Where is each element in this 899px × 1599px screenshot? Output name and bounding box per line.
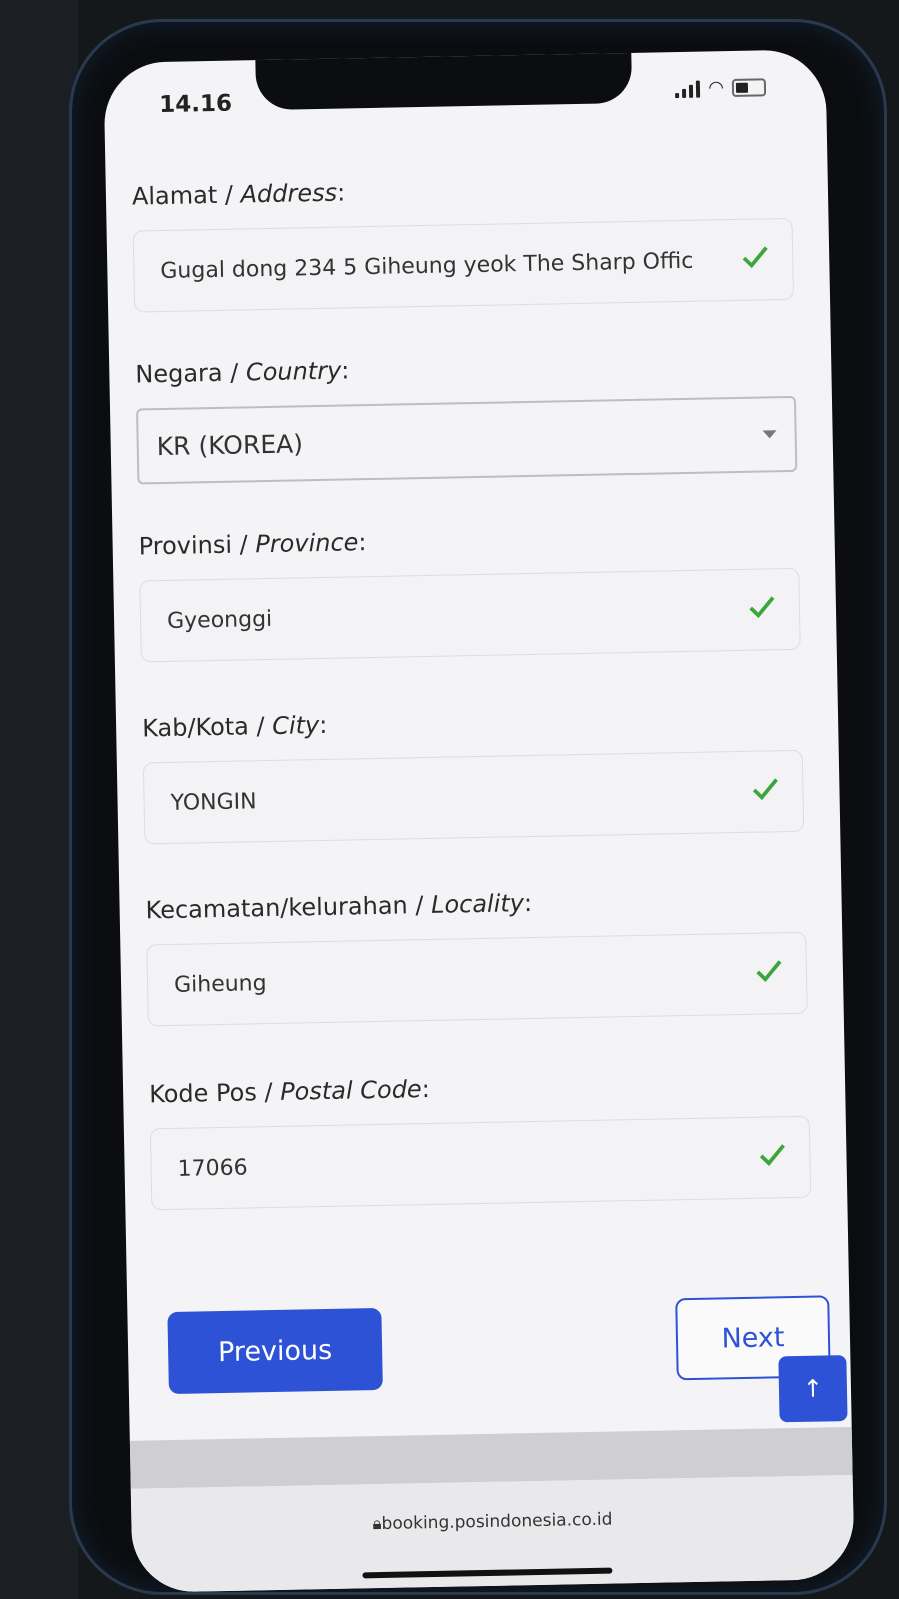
city-field[interactable]: YONGIN — [142, 749, 805, 845]
locality-field[interactable]: Giheung — [146, 931, 808, 1027]
signal-icon — [675, 80, 701, 99]
country-label: Negara / Country: — [135, 356, 350, 389]
province-field[interactable]: Gyeonggi — [139, 567, 801, 663]
postal-field[interactable]: 17066 — [149, 1115, 812, 1211]
city-label: Kab/Kota / City: — [141, 710, 328, 743]
background — [0, 0, 78, 1599]
address-value: Gugal dong 234 5 Giheung yeok The Sharp … — [160, 248, 694, 285]
locality-label: Kecamatan/kelurahan / Locality: — [145, 888, 533, 925]
province-label: Provinsi / Province: — [138, 528, 367, 561]
check-icon — [742, 246, 768, 269]
city-value: YONGIN — [170, 789, 257, 816]
home-indicator — [362, 1567, 613, 1579]
chevron-down-icon — [762, 430, 777, 439]
province-value: Gyeonggi — [166, 606, 273, 634]
address-field[interactable]: Gugal dong 234 5 Giheung yeok The Sharp … — [132, 217, 795, 313]
browser-url-bar[interactable]: 🔒︎booking.posindonesia.co.id — [130, 1474, 855, 1593]
postal-label: Kode Pos / Postal Code: — [148, 1074, 431, 1109]
wifi-icon: ◠ — [708, 77, 725, 99]
status-icons: ◠ — [675, 77, 767, 99]
battery-icon — [731, 78, 767, 98]
check-icon — [759, 1144, 785, 1167]
country-value: KR (KOREA) — [156, 429, 304, 462]
postal-value: 17066 — [177, 1155, 248, 1182]
country-select[interactable]: KR (KOREA) — [136, 395, 798, 485]
check-icon — [752, 778, 778, 801]
check-icon — [749, 596, 775, 619]
address-label: Alamat / Address: — [131, 178, 346, 211]
notch — [255, 50, 633, 111]
previous-button[interactable]: Previous — [167, 1307, 383, 1395]
scroll-to-top-button[interactable]: ↑ — [778, 1355, 848, 1423]
check-icon — [756, 960, 782, 983]
phone-screen: 14.16 ◠ Alamat / Address: Gugal dong 234… — [103, 49, 855, 1593]
url-text: 🔒︎booking.posindonesia.co.id — [372, 1509, 613, 1535]
locality-value: Giheung — [173, 971, 267, 998]
arrow-up-icon: ↑ — [802, 1374, 824, 1403]
status-time: 14.16 — [158, 90, 233, 119]
lock-icon: 🔒︎ — [372, 1514, 382, 1535]
